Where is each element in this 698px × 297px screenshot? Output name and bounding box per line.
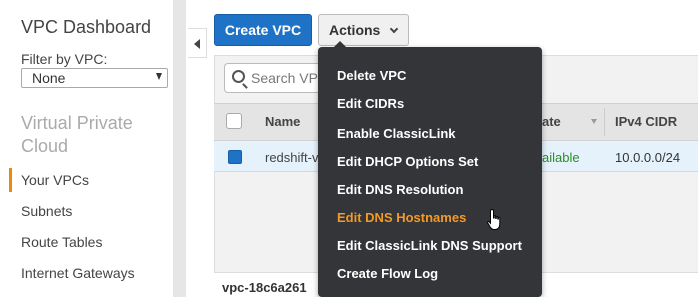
menu-item-edit-dhcp-options-set[interactable]: Edit DHCP Options Set [337,154,478,169]
menu-item-edit-dns-hostnames[interactable]: Edit DNS Hostnames [337,210,466,225]
menu-item-enable-classiclink[interactable]: Enable ClassicLink [337,126,456,141]
sidebar-item-internet-gateways[interactable]: Internet Gateways [21,265,135,281]
sidebar: VPC Dashboard Filter by VPC: None Virtua… [0,0,173,297]
sidebar-item-subnets[interactable]: Subnets [21,203,72,219]
actions-button[interactable]: Actions [318,14,409,46]
sidebar-item-your-vpcs[interactable]: Your VPCs [21,172,89,188]
select-all-checkbox[interactable] [226,113,242,129]
row-ipv4-cidr: 10.0.0.0/24 [615,150,681,165]
menu-item-delete-vpc[interactable]: Delete VPC [337,68,406,83]
actions-menu [318,47,542,297]
sort-icon[interactable] [591,119,597,124]
caret-down-icon [156,73,162,80]
chevron-left-icon [194,39,200,49]
create-vpc-button[interactable]: Create VPC [214,14,312,46]
row-name: redshift-v [265,150,319,165]
column-header-name[interactable]: Name [265,114,300,129]
sidebar-title[interactable]: VPC Dashboard [21,17,151,38]
menu-item-edit-cidrs[interactable]: Edit CIDRs [337,96,404,111]
sidebar-scrollbar[interactable] [173,0,186,297]
search-placeholder: Search VP [251,70,318,86]
column-header-state[interactable]: ate [542,114,561,129]
actions-button-label: Actions [329,22,381,38]
sidebar-item-route-tables[interactable]: Route Tables [21,234,102,250]
filter-select[interactable]: None [21,68,168,88]
column-header-ipv4-cidr[interactable]: IPv4 CIDR [615,114,677,129]
menu-item-edit-dns-resolution[interactable]: Edit DNS Resolution [337,182,463,197]
detail-vpc-id: vpc-18c6a261 [222,280,307,295]
row-state: ailable [542,150,580,165]
collapse-sidebar-button[interactable] [188,28,207,58]
filter-label: Filter by VPC: [21,51,108,67]
filter-select-value: None [32,70,66,86]
sidebar-section-heading: Virtual Private Cloud [21,113,133,156]
search-icon [232,70,245,83]
active-indicator [9,168,12,192]
chevron-down-icon [389,24,399,34]
hand-cursor-icon [487,208,501,230]
row-checkbox[interactable] [228,150,242,164]
menu-item-create-flow-log[interactable]: Create Flow Log [337,266,438,281]
column-divider [604,108,605,136]
menu-item-edit-classiclink-dns-support[interactable]: Edit ClassicLink DNS Support [337,238,522,253]
